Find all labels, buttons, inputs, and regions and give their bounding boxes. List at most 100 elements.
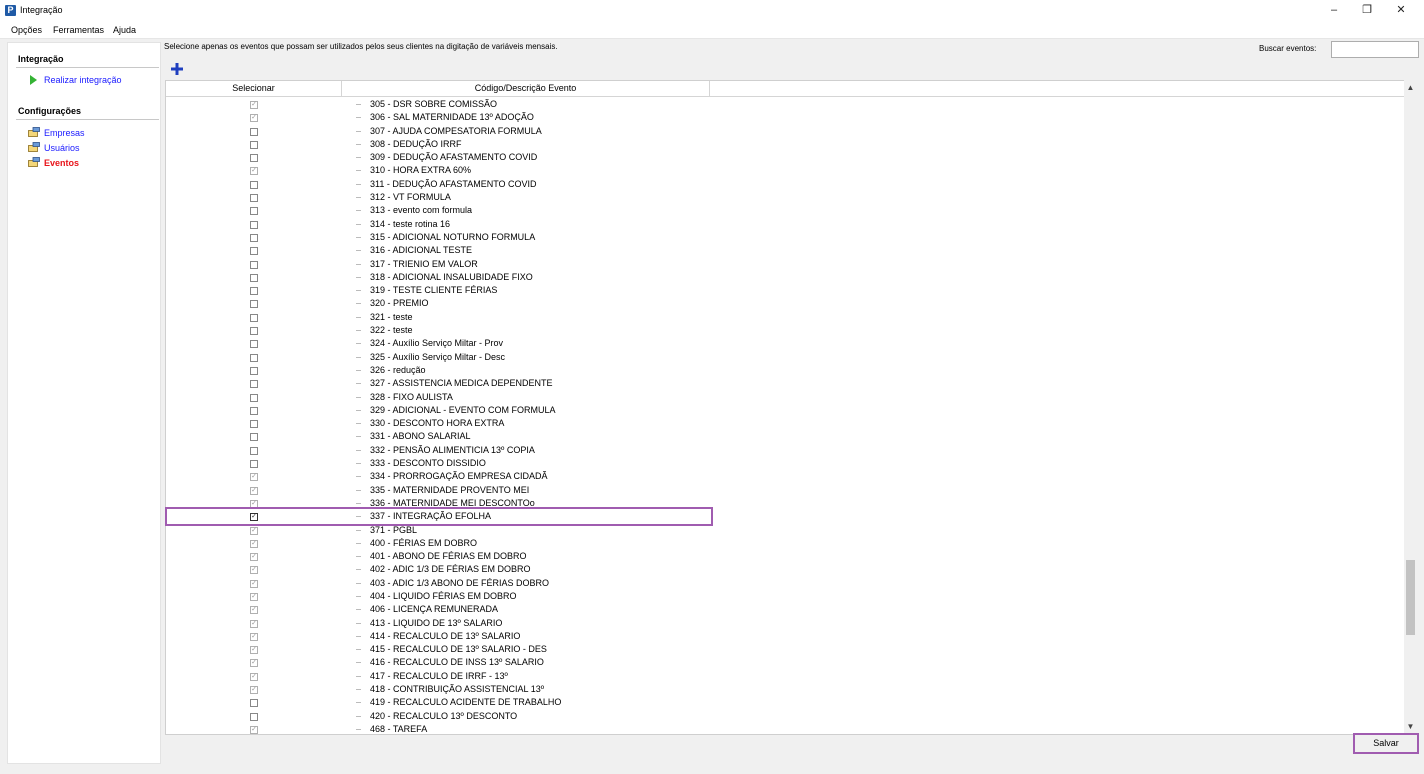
vertical-scrollbar[interactable]: ▲ ▼ [1404,80,1417,735]
table-row[interactable]: ✓ 306 - SAL MATERNIDADE 13º ADOÇÃO [166,111,1406,124]
sidebar-item-usuarios[interactable]: Usuários [44,143,80,153]
table-row[interactable]: 311 - DEDUÇÃO AFASTAMENTO COVID [166,178,1406,191]
select-checkbox[interactable] [250,446,258,455]
select-checkbox[interactable] [250,154,258,163]
table-row[interactable]: ✓ 334 - PRORROGAÇÃO EMPRESA CIDADÃ [166,470,1406,483]
table-row[interactable]: ✓ 468 - TAREFA [166,723,1406,734]
select-checkbox[interactable]: ✓ [250,526,258,535]
select-checkbox[interactable] [250,699,258,708]
select-checkbox[interactable]: ✓ [250,513,258,522]
table-row[interactable]: 330 - DESCONTO HORA EXTRA [166,417,1406,430]
column-header-codigo-descricao[interactable]: Código/Descrição Evento [342,81,710,97]
table-row[interactable]: 312 - VT FORMULA [166,191,1406,204]
select-checkbox[interactable] [250,433,258,442]
select-checkbox[interactable] [250,247,258,256]
table-row[interactable]: ✓ 337 - INTEGRAÇÃO EFOLHA [166,510,1406,523]
table-row[interactable]: 322 - teste [166,324,1406,337]
table-row[interactable]: 333 - DESCONTO DISSIDIO [166,457,1406,470]
select-checkbox[interactable] [250,273,258,282]
table-row[interactable]: 420 - RECALCULO 13º DESCONTO [166,710,1406,723]
table-row[interactable]: 327 - ASSISTENCIA MEDICA DEPENDENTE [166,377,1406,390]
select-checkbox[interactable] [250,406,258,415]
table-row[interactable]: ✓ 335 - MATERNIDADE PROVENTO MEI [166,484,1406,497]
select-checkbox[interactable] [250,353,258,362]
table-row[interactable]: 319 - TESTE CLIENTE FÉRIAS [166,284,1406,297]
select-checkbox[interactable]: ✓ [250,592,258,601]
table-row[interactable]: 320 - PREMIO [166,297,1406,310]
table-row[interactable]: ✓ 416 - RECALCULO DE INSS 13º SALARIO [166,656,1406,669]
select-checkbox[interactable] [250,313,258,322]
table-row[interactable]: ✓ 401 - ABONO DE FÉRIAS EM DOBRO [166,550,1406,563]
sidebar-item-eventos[interactable]: Eventos [44,158,79,168]
menu-opcoes[interactable]: Opções [11,25,42,35]
table-row[interactable]: ✓ 406 - LICENÇA REMUNERADA [166,603,1406,616]
table-row[interactable]: ✓ 402 - ADIC 1/3 DE FÉRIAS EM DOBRO [166,563,1406,576]
select-checkbox[interactable]: ✓ [250,114,258,123]
scroll-down-icon[interactable]: ▼ [1404,721,1417,733]
table-row[interactable]: 308 - DEDUÇÃO IRRF [166,138,1406,151]
table-row[interactable]: 331 - ABONO SALARIAL [166,430,1406,443]
table-row[interactable]: 326 - redução [166,364,1406,377]
select-checkbox[interactable] [250,233,258,242]
table-row[interactable]: ✓ 415 - RECALCULO DE 13º SALARIO - DES [166,643,1406,656]
select-checkbox[interactable]: ✓ [250,566,258,575]
select-checkbox[interactable] [250,380,258,389]
search-input[interactable] [1331,41,1419,58]
table-row[interactable]: 315 - ADICIONAL NOTURNO FORMULA [166,231,1406,244]
close-button[interactable]: ✕ [1384,0,1418,21]
select-checkbox[interactable] [250,340,258,349]
select-checkbox[interactable]: ✓ [250,632,258,641]
table-row[interactable]: ✓ 417 - RECALCULO DE IRRF - 13º [166,670,1406,683]
sidebar-item-empresas[interactable]: Empresas [44,128,85,138]
table-row[interactable]: ✓ 413 - LIQUIDO DE 13º SALARIO [166,617,1406,630]
select-checkbox[interactable] [250,287,258,296]
select-checkbox[interactable] [250,393,258,402]
scroll-up-icon[interactable]: ▲ [1404,82,1417,94]
select-checkbox[interactable]: ✓ [250,167,258,176]
table-row[interactable]: ✓ 371 - PGBL [166,524,1406,537]
select-checkbox[interactable] [250,712,258,721]
table-row[interactable]: 309 - DEDUÇÃO AFASTAMENTO COVID [166,151,1406,164]
select-checkbox[interactable]: ✓ [250,606,258,615]
table-row[interactable]: 324 - Auxílio Serviço Miltar - Prov [166,337,1406,350]
select-checkbox[interactable] [250,220,258,229]
table-row[interactable]: ✓ 305 - DSR SOBRE COMISSÃO [166,98,1406,111]
select-checkbox[interactable]: ✓ [250,672,258,681]
menu-ajuda[interactable]: Ajuda [113,25,136,35]
select-checkbox[interactable]: ✓ [250,101,258,109]
table-row[interactable]: 328 - FIXO AULISTA [166,391,1406,404]
select-checkbox[interactable] [250,366,258,375]
table-row[interactable]: 332 - PENSÃO ALIMENTICIA 13º COPIA [166,444,1406,457]
table-row[interactable]: ✓ 404 - LIQUIDO FÉRIAS EM DOBRO [166,590,1406,603]
select-checkbox[interactable] [250,260,258,269]
table-row[interactable]: ✓ 400 - FÉRIAS EM DOBRO [166,537,1406,550]
table-row[interactable]: 321 - teste [166,311,1406,324]
select-checkbox[interactable] [250,207,258,216]
table-row[interactable]: ✓ 414 - RECALCULO DE 13º SALARIO [166,630,1406,643]
column-header-selecionar[interactable]: Selecionar [166,81,342,97]
menu-ferramentas[interactable]: Ferramentas [53,25,104,35]
table-row[interactable]: ✓ 418 - CONTRIBUIÇÃO ASSISTENCIAL 13º [166,683,1406,696]
select-checkbox[interactable] [250,460,258,469]
table-row[interactable]: 317 - TRIENIO EM VALOR [166,258,1406,271]
select-checkbox[interactable] [250,420,258,429]
table-row[interactable]: 307 - AJUDA COMPESATORIA FORMULA [166,125,1406,138]
table-row[interactable]: 329 - ADICIONAL - EVENTO COM FORMULA [166,404,1406,417]
select-checkbox[interactable] [250,180,258,189]
select-checkbox[interactable]: ✓ [250,725,258,734]
select-checkbox[interactable] [250,140,258,149]
select-checkbox[interactable] [250,127,258,136]
table-row[interactable]: 419 - RECALCULO ACIDENTE DE TRABALHO [166,696,1406,709]
select-checkbox[interactable]: ✓ [250,686,258,695]
table-row[interactable]: 313 - evento com formula [166,204,1406,217]
select-checkbox[interactable] [250,194,258,203]
select-checkbox[interactable]: ✓ [250,659,258,668]
table-row[interactable]: 314 - teste rotina 16 [166,218,1406,231]
select-checkbox[interactable]: ✓ [250,553,258,562]
table-row[interactable]: ✓ 403 - ADIC 1/3 ABONO DE FÉRIAS DOBRO [166,577,1406,590]
restore-button[interactable]: ❐ [1350,0,1384,21]
minimize-button[interactable]: – [1317,0,1351,21]
table-row[interactable]: 316 - ADICIONAL TESTE [166,244,1406,257]
select-checkbox[interactable]: ✓ [250,619,258,628]
select-checkbox[interactable] [250,327,258,336]
